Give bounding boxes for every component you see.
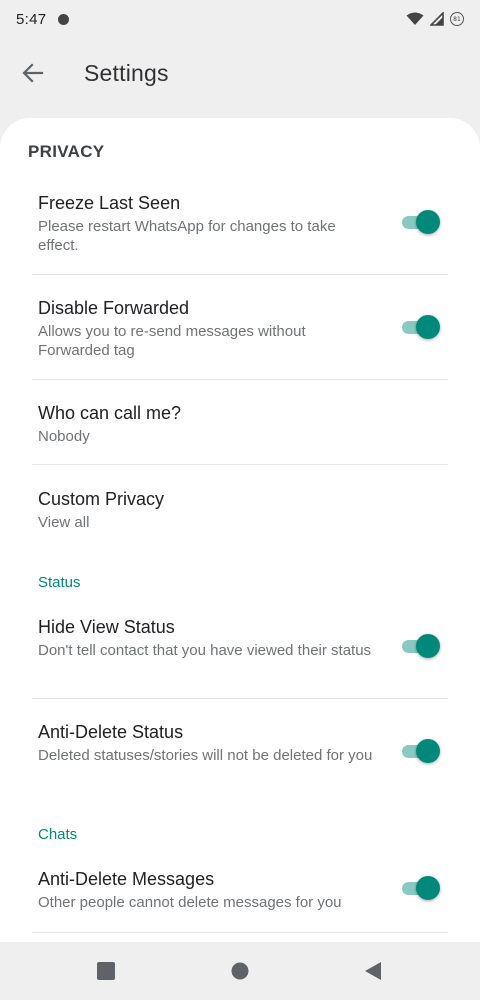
disable-forwarded-toggle[interactable] (400, 314, 440, 340)
pref-title: Hide View Status (38, 617, 175, 637)
pref-disable-forwarded[interactable]: Disable Forwarded Allows you to re-send … (32, 297, 448, 359)
pref-hide-view-status[interactable]: Hide View Status Don't tell contact that… (32, 616, 448, 676)
pref-summary: Allows you to re-send messages without F… (38, 323, 306, 359)
status-bar: 5:47 81 (0, 0, 480, 38)
pref-anti-delete-status[interactable]: Anti-Delete Status Deleted statuses/stor… (32, 721, 448, 781)
home-button[interactable] (231, 962, 249, 985)
pref-summary: Don't tell contact that you have viewed … (38, 642, 372, 659)
pref-freeze-last-seen[interactable]: Freeze Last Seen Please restart WhatsApp… (32, 192, 448, 254)
pref-who-can-call[interactable]: Who can call me? Nobody (32, 402, 448, 446)
pref-summary: Please restart WhatsApp for changes to t… (38, 218, 336, 254)
pref-anti-delete-messages[interactable]: Anti-Delete Messages Other people cannot… (32, 868, 448, 912)
pref-title: Anti-Delete Messages (38, 869, 215, 889)
anti-delete-messages-toggle[interactable] (400, 875, 440, 901)
divider (32, 379, 448, 380)
divider (32, 274, 448, 275)
home-icon (231, 962, 249, 980)
divider (32, 698, 448, 699)
navigation-bar (0, 942, 480, 1000)
pref-title: Disable Forwarded (38, 298, 190, 318)
battery-icon: 81 (450, 12, 464, 26)
anti-delete-status-toggle[interactable] (400, 738, 440, 764)
divider (32, 932, 448, 933)
category-chats: Chats (38, 826, 78, 843)
wifi-icon (406, 12, 424, 25)
pref-summary: View all (38, 514, 90, 531)
pref-custom-privacy[interactable]: Custom Privacy View all (32, 488, 448, 532)
pref-title: Anti-Delete Status (38, 722, 184, 742)
settings-list: PRIVACY Freeze Last Seen Please restart … (0, 118, 480, 942)
status-time: 5:47 (16, 10, 47, 28)
pref-summary: Deleted statuses/stories will not be del… (38, 747, 373, 764)
signal-icon (430, 12, 444, 26)
recents-button[interactable] (97, 962, 115, 985)
pref-summary: Other people cannot delete messages for … (38, 894, 342, 911)
pref-summary: Nobody (38, 428, 90, 445)
freeze-last-seen-toggle[interactable] (400, 209, 440, 235)
pref-title: Custom Privacy (38, 489, 165, 509)
hide-view-status-toggle[interactable] (400, 633, 440, 659)
status-icons: 81 (406, 12, 464, 26)
page-title: Settings (84, 59, 169, 86)
recents-icon (97, 962, 115, 980)
section-header-privacy: PRIVACY (28, 142, 105, 161)
back-button[interactable] (9, 49, 57, 97)
back-nav-button[interactable] (364, 961, 382, 986)
pref-title: Freeze Last Seen (38, 193, 181, 213)
back-nav-icon (365, 962, 381, 980)
app-bar: Settings (0, 38, 480, 108)
category-status: Status (38, 574, 81, 591)
back-arrow-icon (22, 63, 44, 83)
pref-title: Who can call me? (38, 403, 182, 423)
battery-level: 81 (453, 15, 461, 23)
divider (32, 464, 448, 465)
jio-icon (58, 13, 70, 25)
